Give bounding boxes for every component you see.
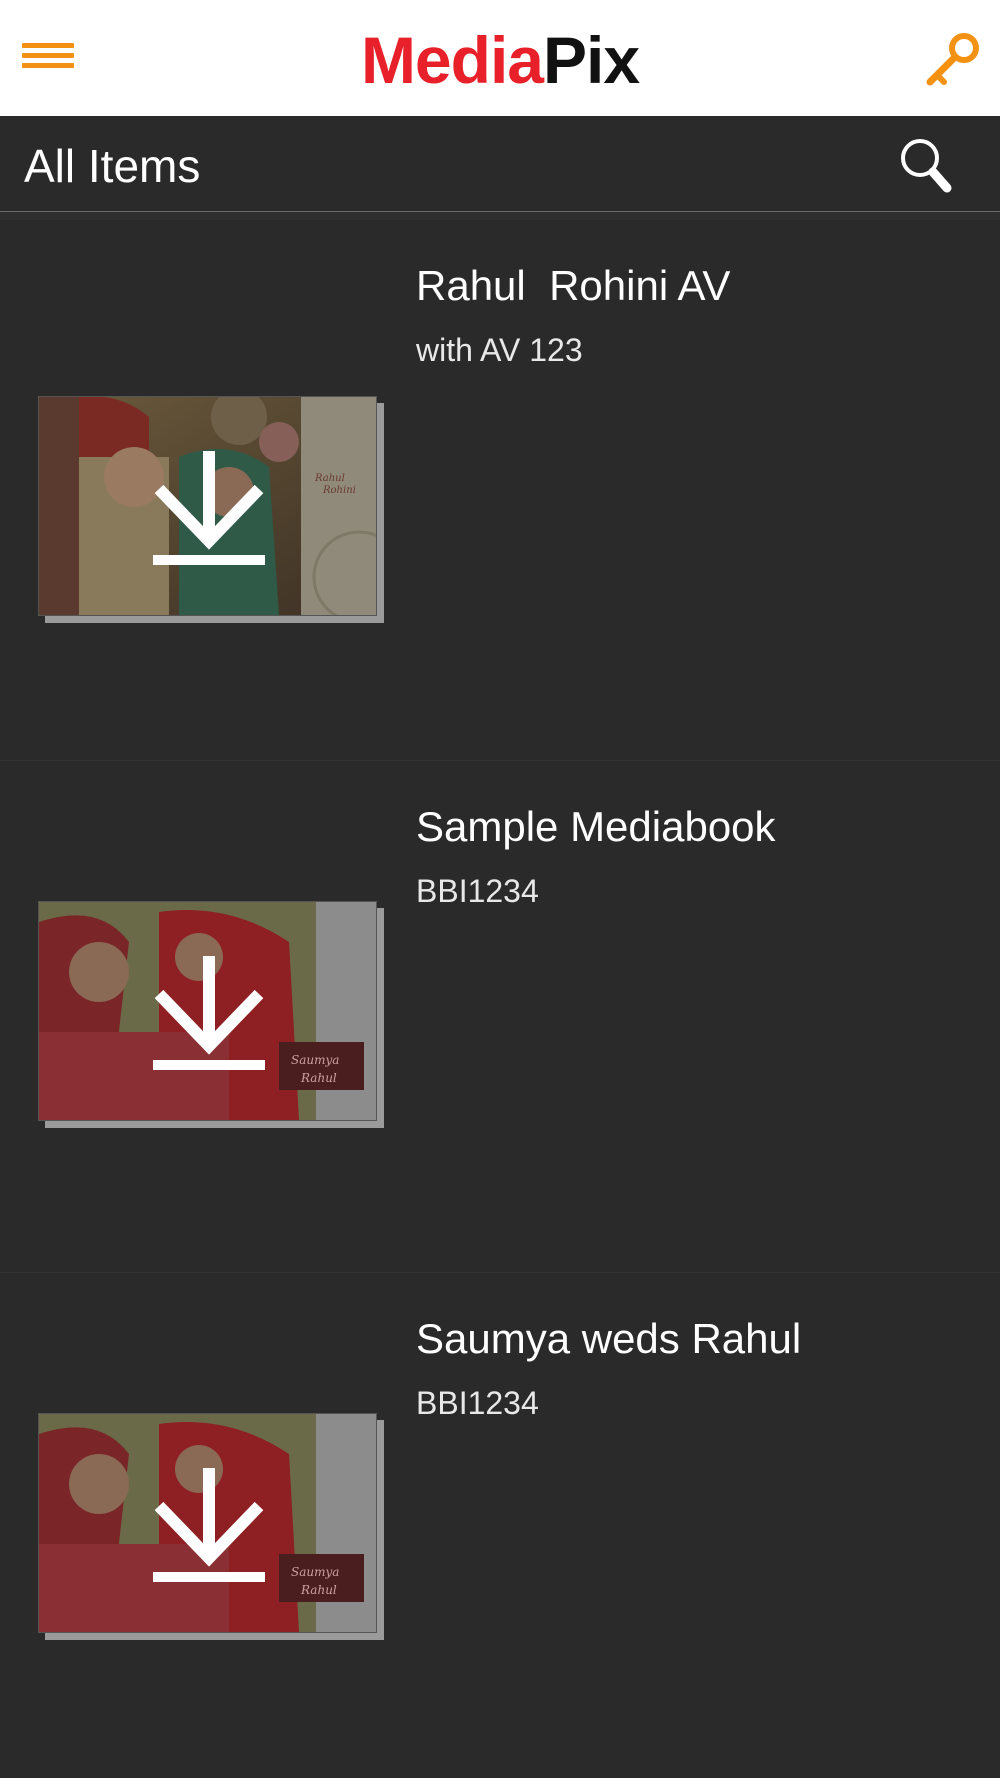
item-thumbnail[interactable]: Rahul Rohini <box>38 396 384 623</box>
item-thumbnail[interactable]: Saumya Rahul <box>38 1413 384 1640</box>
items-list: Rahul Rohini Rahul Rohini AV with AV 123 <box>0 212 1000 1778</box>
svg-text:Saumya: Saumya <box>291 1565 339 1579</box>
svg-text:Rahul: Rahul <box>314 473 345 484</box>
logo-media-text: Media <box>360 23 544 97</box>
download-icon[interactable] <box>149 1464 269 1584</box>
svg-text:Rahul: Rahul <box>300 1583 337 1597</box>
top-app-bar: MediaPix <box>0 0 1000 116</box>
item-title: Saumya weds Rahul <box>416 1315 802 1362</box>
list-item[interactable]: Saumya Rahul Saumya weds Rahul BBI1234 <box>0 1272 1000 1778</box>
download-icon[interactable] <box>149 952 269 1072</box>
section-header: All Items <box>0 116 1000 212</box>
logo-pix-text: Pix <box>542 23 640 97</box>
item-title: Sample Mediabook <box>416 803 776 850</box>
download-icon[interactable] <box>149 447 269 567</box>
list-item[interactable]: Rahul Rohini Rahul Rohini AV with AV 123 <box>0 212 1000 760</box>
key-icon[interactable] <box>922 30 982 90</box>
cover-image: Rahul Rohini <box>38 396 377 616</box>
svg-text:Saumya: Saumya <box>291 1053 339 1067</box>
cover-image: Saumya Rahul <box>38 1413 377 1633</box>
app-screen: MediaPix All Items Rahul Rohini Rahul Ro… <box>0 0 1000 1778</box>
svg-text:Rahul: Rahul <box>300 1071 337 1085</box>
item-subtitle: with AV 123 <box>416 332 583 368</box>
item-title: Rahul Rohini AV <box>416 262 731 309</box>
svg-text:Rohini: Rohini <box>322 485 356 496</box>
app-logo: MediaPix <box>0 20 1000 100</box>
item-subtitle: BBI1234 <box>416 873 539 909</box>
item-thumbnail[interactable]: Saumya Rahul <box>38 901 384 1128</box>
list-item[interactable]: Saumya Rahul Sample Mediabook BBI1234 <box>0 760 1000 1272</box>
item-subtitle: BBI1234 <box>416 1385 539 1421</box>
page-title: All Items <box>24 140 201 192</box>
search-icon[interactable] <box>898 136 954 196</box>
cover-image: Saumya Rahul <box>38 901 377 1121</box>
